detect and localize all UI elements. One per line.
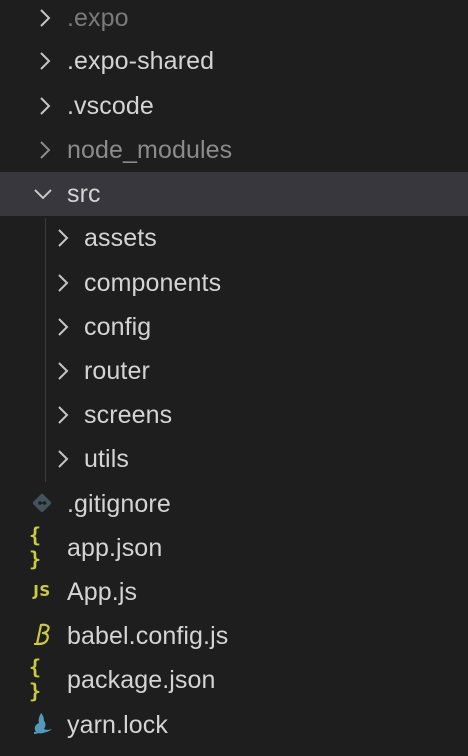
tree-item-label: node_modules [67,136,233,164]
tree-item-label: router [84,357,150,385]
chevron-right-icon [34,50,56,72]
git-icon [29,490,55,516]
tree-item-app-js[interactable]: JS App.js [0,570,468,614]
tree-item-screens[interactable]: screens [0,393,468,437]
chevron-right-icon [52,404,74,426]
chevron-down-icon [32,183,54,205]
tree-item-utils[interactable]: utils [0,437,468,481]
tree-item-expo[interactable]: .expo [0,0,468,40]
chevron-right-icon [34,7,56,29]
chevron-right-icon [52,272,74,294]
tree-item-gitignore[interactable]: .gitignore [0,482,468,526]
tree-item-label: components [84,269,222,297]
tree-item-label: assets [84,224,157,252]
babel-icon [29,622,55,648]
chevron-right-icon [34,95,56,117]
chevron-right-icon [52,360,74,382]
tree-item-package-json[interactable]: { } package.json [0,655,468,703]
javascript-icon: JS [33,582,51,600]
chevron-right-icon [34,139,56,161]
tree-item-node-modules[interactable]: node_modules [0,128,468,172]
file-explorer: .expo .expo-shared .vscode node_modules … [0,0,468,756]
tree-item-label: package.json [67,666,216,694]
tree-item-app-json[interactable]: { } app.json [0,523,468,571]
tree-item-label: .expo-shared [67,47,215,75]
tree-item-babel-config[interactable]: babel.config.js [0,614,468,658]
tree-item-assets[interactable]: assets [0,216,468,260]
tree-item-yarn-lock[interactable]: yarn.lock [0,703,468,747]
chevron-right-icon [52,448,74,470]
tree-item-label: utils [84,445,129,473]
tree-item-label: App.js [67,578,138,606]
tree-item-label: yarn.lock [67,711,168,739]
tree-item-vscode[interactable]: .vscode [0,84,468,128]
tree-item-label: .vscode [67,92,154,120]
tree-item-components[interactable]: components [0,261,468,305]
tree-item-src[interactable]: src [0,172,468,216]
tree-item-label: .expo [67,4,129,32]
tree-item-config[interactable]: config [0,305,468,349]
tree-item-label: babel.config.js [67,622,229,650]
tree-item-expo-shared[interactable]: .expo-shared [0,39,468,83]
chevron-right-icon [52,227,74,249]
tree-item-label: .gitignore [67,490,171,518]
tree-item-label: config [84,313,152,341]
tree-item-label: src [67,180,101,208]
tree-item-router[interactable]: router [0,349,468,393]
tree-item-label: screens [84,401,173,429]
json-icon: { } [29,655,43,703]
chevron-right-icon [52,316,74,338]
json-icon: { } [29,523,43,571]
tree-item-label: app.json [67,534,163,562]
yarn-icon [29,711,55,737]
